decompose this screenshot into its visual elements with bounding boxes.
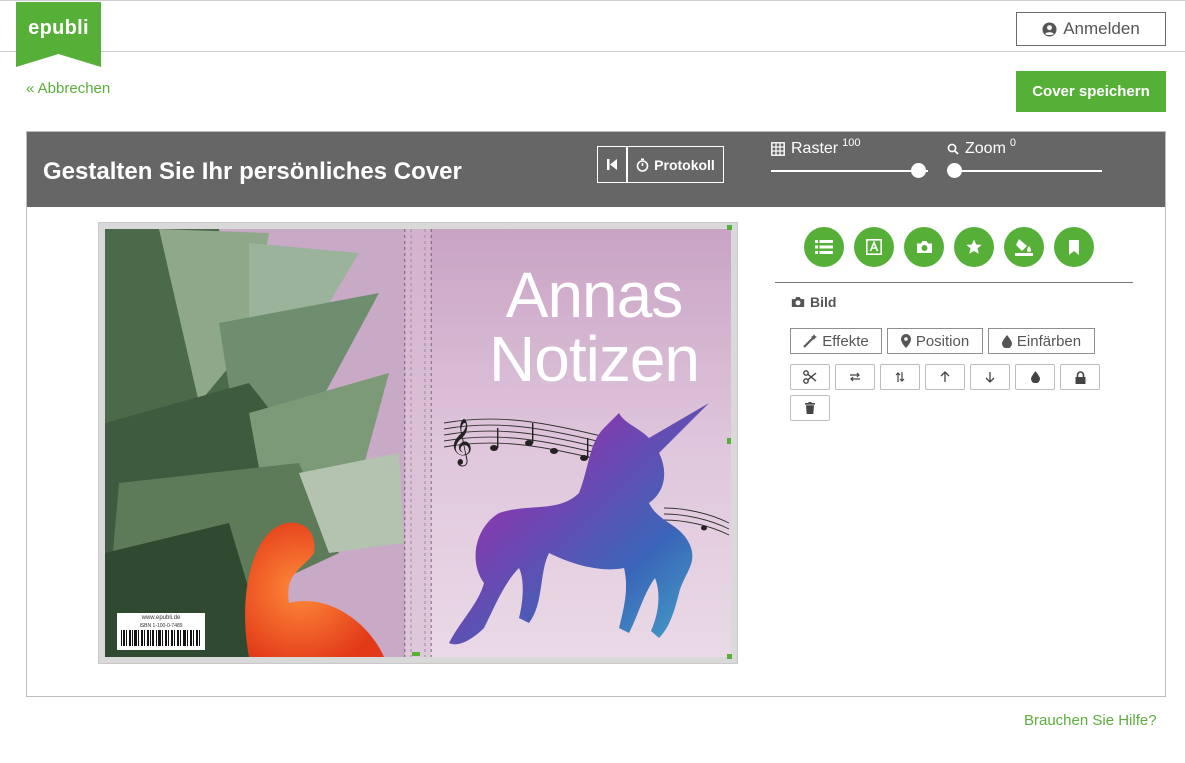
arrow-down-icon (985, 372, 995, 383)
send-backward-button[interactable] (970, 364, 1010, 390)
delete-button[interactable] (790, 395, 830, 421)
effects-label: Effekte (822, 332, 869, 350)
skip-back-icon (607, 159, 617, 170)
swap-vertical-icon (895, 372, 905, 382)
list-icon (815, 240, 833, 254)
cover-title-line1: Annas (505, 259, 683, 331)
arrow-up-icon (940, 371, 950, 382)
text-tool-button[interactable] (854, 227, 894, 267)
zoom-value: 0 (1009, 137, 1017, 149)
text-icon (866, 239, 882, 255)
user-circle-icon (1042, 21, 1057, 37)
lock-button[interactable] (1060, 364, 1100, 390)
logo-text: epubli (28, 17, 89, 39)
camera-icon (916, 241, 932, 253)
scissors-icon (803, 370, 817, 384)
stopwatch-icon (636, 158, 649, 172)
cancel-link[interactable]: « Abbrechen (26, 80, 110, 97)
drop-icon (1001, 334, 1012, 348)
zoom-slider-track[interactable] (947, 170, 1102, 172)
colorize-label: Einfärben (1016, 332, 1082, 350)
raster-slider-track[interactable] (771, 170, 928, 172)
fill-icon (1015, 239, 1033, 256)
raster-slider-handle[interactable] (911, 163, 926, 178)
color-drop-button[interactable] (1015, 364, 1055, 390)
lock-icon (1075, 370, 1085, 384)
map-pin-icon (900, 334, 911, 348)
protokoll-button[interactable]: Protokoll (627, 146, 724, 183)
save-cover-button[interactable]: Cover speichern (1016, 71, 1166, 112)
cover-title[interactable]: Annas Notizen (454, 263, 734, 391)
image-section-label: Bild (791, 294, 836, 310)
protokoll-label: Protokoll (654, 156, 715, 173)
flip-horizontal-button[interactable] (835, 364, 875, 390)
barcode-icon (121, 630, 200, 646)
zoom-text: Zoom (965, 140, 1006, 157)
bring-forward-button[interactable] (925, 364, 965, 390)
magic-wand-icon (803, 334, 818, 348)
position-button[interactable]: Position (887, 328, 983, 354)
barcode-box: www.epubli.de ISBN 1-100-0-7489 (117, 613, 205, 650)
position-label: Position (915, 332, 970, 350)
grid-icon (771, 142, 785, 156)
sticker-tool-button[interactable] (954, 227, 994, 267)
star-icon (966, 239, 982, 254)
cover-title-line2: Notizen (489, 323, 700, 395)
raster-text: Raster (791, 140, 839, 157)
raster-value: 100 (842, 137, 861, 149)
swap-horizontal-icon (850, 372, 860, 382)
drop-icon (1030, 371, 1040, 383)
barcode-isbn: ISBN 1-100-0-7489 (139, 623, 183, 629)
editor-header: Gestalten Sie Ihr persönliches Cover Pro… (27, 132, 1165, 207)
zoom-slider-handle[interactable] (947, 163, 962, 178)
cover-editor-panel: Gestalten Sie Ihr persönliches Cover Pro… (26, 131, 1166, 697)
effects-button[interactable]: Effekte (790, 328, 882, 354)
barcode-url: www.epubli.de (141, 615, 181, 621)
editor-title: Gestalten Sie Ihr persönliches Cover (43, 158, 462, 185)
magnifier-icon (947, 143, 959, 155)
bookmark-icon (1069, 239, 1079, 255)
cover-preview[interactable]: 𝄞 Annas Notizen www.epubli.de ISBN 1-100… (98, 222, 738, 664)
layers-tool-button[interactable] (804, 227, 844, 267)
flip-vertical-button[interactable] (880, 364, 920, 390)
epubli-logo[interactable]: epubli (16, 2, 101, 67)
svg-text:𝄞: 𝄞 (449, 419, 473, 467)
raster-label: Raster 100 (771, 137, 861, 158)
login-button[interactable]: Anmelden (1016, 12, 1166, 46)
trash-icon (805, 402, 815, 414)
help-link[interactable]: Brauchen Sie Hilfe? (1024, 712, 1157, 729)
image-section-text: Bild (810, 294, 837, 310)
camera-icon (791, 297, 805, 307)
bookmark-tool-button[interactable] (1054, 227, 1094, 267)
top-border (0, 0, 1185, 1)
tools-divider (775, 282, 1133, 283)
fill-tool-button[interactable] (1004, 227, 1044, 267)
colorize-button[interactable]: Einfärben (988, 328, 1095, 354)
header-divider (0, 51, 1185, 52)
history-first-button[interactable] (597, 146, 627, 183)
crop-button[interactable] (790, 364, 830, 390)
zoom-label: Zoom 0 (947, 137, 1017, 158)
image-tool-button[interactable] (904, 227, 944, 267)
login-label: Anmelden (1063, 19, 1140, 38)
